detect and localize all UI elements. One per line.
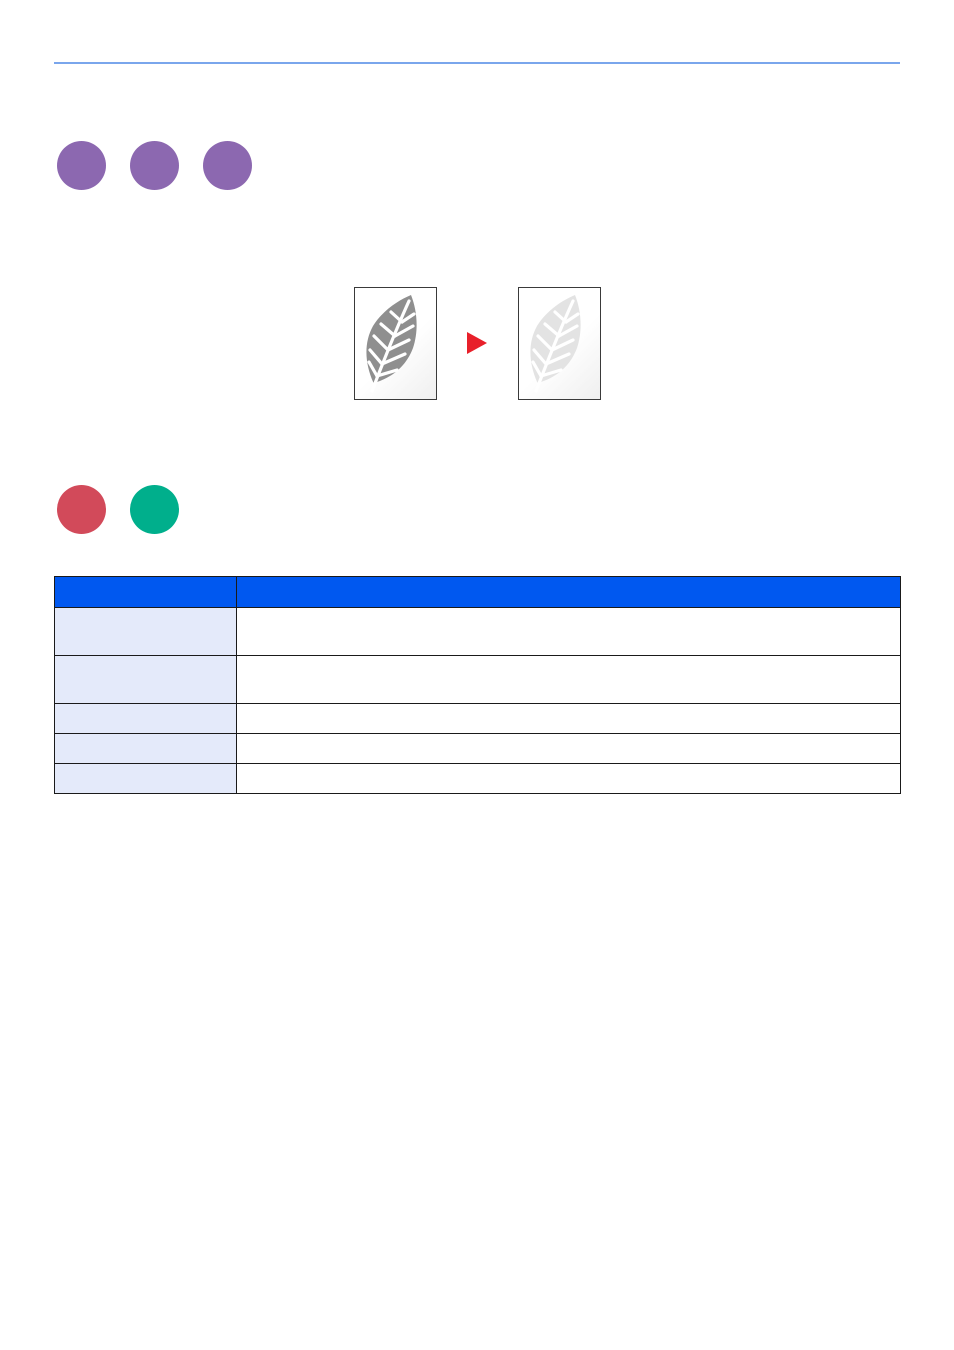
- table-cell-key: [54, 607, 237, 656]
- purple-circle-icon: [130, 141, 179, 190]
- table-cell-value: [236, 655, 901, 704]
- table-header-item: [54, 576, 237, 608]
- purple-circle-icon: [57, 141, 106, 190]
- table-cell-value: [236, 733, 901, 764]
- original-page: [354, 287, 437, 400]
- table-row: [54, 733, 901, 764]
- red-circle-icon: [57, 485, 106, 534]
- table-cell-key: [54, 655, 237, 704]
- table-header-row: [54, 576, 901, 608]
- table-row: [54, 655, 901, 704]
- adjusted-page: [518, 287, 601, 400]
- table-cell-key: [54, 763, 237, 794]
- table-cell-value: [236, 607, 901, 656]
- right-triangle-arrow-icon: [467, 332, 487, 354]
- purple-circle-icon: [203, 141, 252, 190]
- top-rule: [54, 62, 900, 64]
- badge-group-top: [57, 141, 252, 190]
- table-row: [54, 703, 901, 734]
- table-cell-value: [236, 763, 901, 794]
- leaf-dark-icon: [366, 295, 417, 393]
- table-header-description: [236, 576, 901, 608]
- table-row: [54, 607, 901, 656]
- table-cell-value: [236, 703, 901, 734]
- badge-group-bottom: [57, 485, 179, 534]
- green-circle-icon: [130, 485, 179, 534]
- table-cell-key: [54, 703, 237, 734]
- table-row: [54, 763, 901, 794]
- lightness-illustration: [354, 287, 601, 400]
- leaf-light-icon: [530, 295, 581, 393]
- settings-table: [54, 576, 901, 794]
- table-cell-key: [54, 733, 237, 764]
